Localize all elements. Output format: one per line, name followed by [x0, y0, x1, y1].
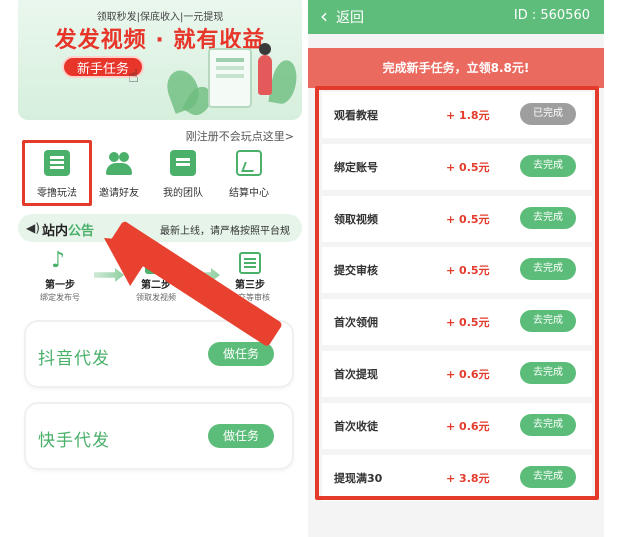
chat-icon	[170, 150, 196, 176]
do-task-button[interactable]: 做任务	[208, 342, 274, 366]
promo-banner[interactable]: 领取秒发|保底收入|一元提现 发发视频 · 就有收益 新手任务 ☝	[18, 0, 302, 120]
task-card-title: 抖音代发	[38, 349, 110, 369]
speaker-icon: ◀)	[26, 221, 40, 235]
highlight-box	[22, 140, 92, 206]
hand-pointer-icon: ☝	[128, 66, 139, 87]
chevron-left-icon[interactable]: ‹	[320, 4, 328, 28]
tiktok-icon	[49, 248, 71, 274]
task-panel: ‹ 返回 ID : 560560 完成新手任务，立领8.8元! 观看教程 + 1.…	[308, 0, 604, 537]
review-icon	[239, 252, 261, 274]
step-name: 第一步	[45, 280, 75, 291]
menu-item-settlement[interactable]: 结算中心	[214, 150, 284, 199]
chart-icon	[236, 150, 262, 176]
announcement-bar[interactable]: ◀) 站内公告 最新上线，请严格按照平台规	[18, 214, 302, 242]
announcement-title: 站内公告	[42, 220, 94, 239]
task-card-title: 快手代发	[38, 431, 110, 451]
step-desc: 绑定发布号	[40, 293, 80, 302]
people-icon	[106, 150, 132, 176]
menu-item-label: 我的团队	[163, 188, 203, 199]
plant-decoration	[268, 58, 300, 106]
announcement-text: 最新上线，请严格按照平台规	[160, 226, 290, 237]
menu-item-label: 结算中心	[229, 188, 269, 199]
announcement-title-a: 站内	[42, 224, 69, 239]
person-illustration	[258, 43, 272, 95]
back-button[interactable]: 返回	[336, 7, 364, 27]
promo-banner: 完成新手任务，立领8.8元!	[308, 48, 604, 88]
do-task-button[interactable]: 做任务	[208, 424, 274, 448]
screenshot-root: 领取秒发|保底收入|一元提现 发发视频 · 就有收益 新手任务 ☝ 刚注册不会玩…	[0, 0, 630, 537]
highlight-box	[315, 86, 599, 500]
newcomer-help-link[interactable]: 刚注册不会玩点这里>	[186, 128, 294, 144]
user-id: ID : 560560	[513, 8, 590, 23]
task-card-kuaishou[interactable]: 快手代发 做任务	[26, 404, 292, 468]
menu-item-invite-friends[interactable]: 邀请好友	[84, 150, 154, 199]
announcement-title-b: 公告	[68, 224, 95, 239]
menu-item-label: 邀请好友	[99, 188, 139, 199]
menu-item-my-team[interactable]: 我的团队	[148, 150, 218, 199]
banner-tagline: 领取秒发|保底收入|一元提现	[96, 12, 224, 23]
notice-board-illustration	[208, 48, 252, 108]
home-panel: 领取秒发|保底收入|一元提现 发发视频 · 就有收益 新手任务 ☝ 刚注册不会玩…	[18, 0, 302, 537]
top-bar: ‹ 返回 ID : 560560	[308, 0, 604, 34]
